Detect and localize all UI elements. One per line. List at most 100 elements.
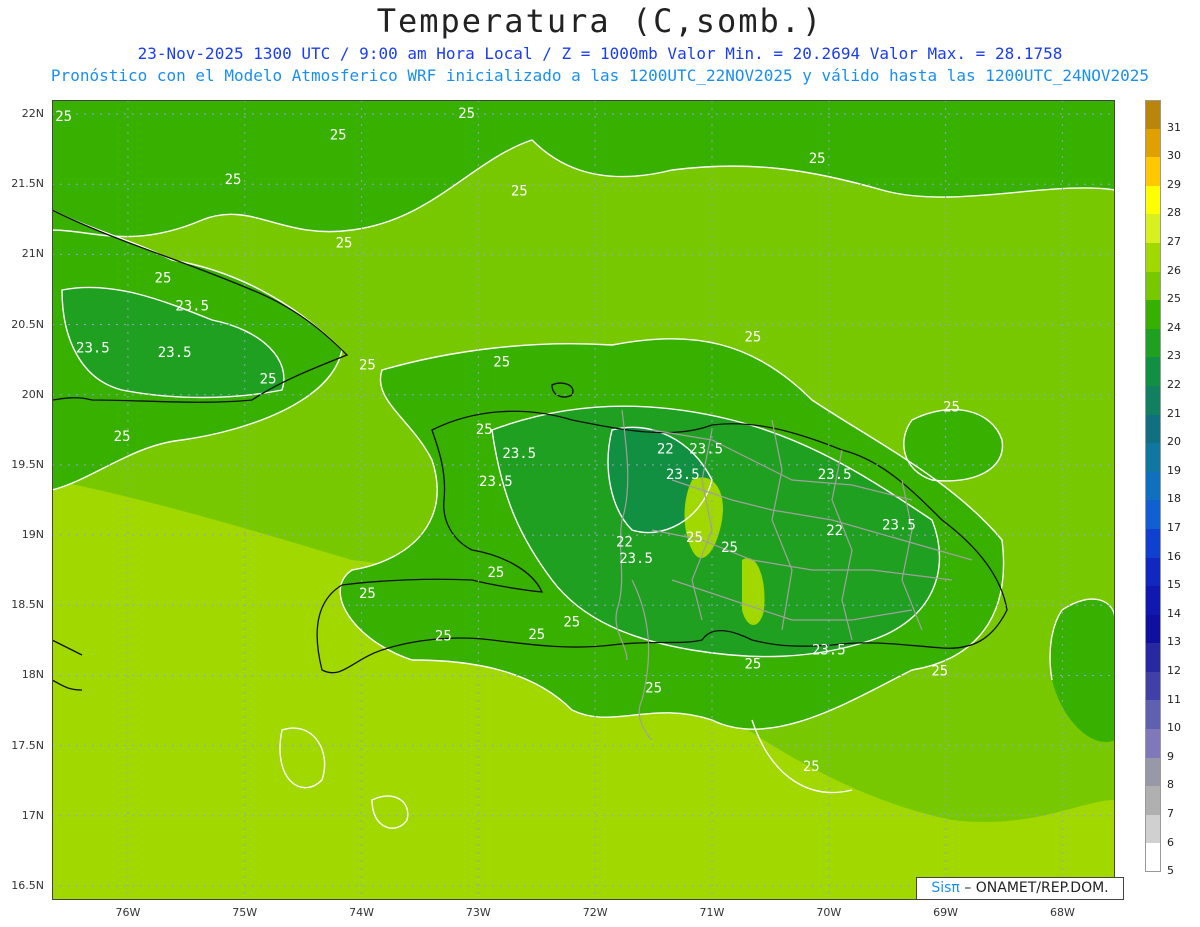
colorbar-segment xyxy=(1145,214,1161,243)
colorbar-label: 9 xyxy=(1167,749,1174,763)
colorbar-label: 30 xyxy=(1167,149,1181,163)
colorbar-label: 12 xyxy=(1167,664,1181,677)
lat-tick-label: 20.5N xyxy=(11,317,44,331)
colorbar-segment xyxy=(1145,242,1161,272)
colorbar xyxy=(1145,100,1161,873)
lat-tick-label: 16.5N xyxy=(11,878,44,892)
contour-label: 25 xyxy=(55,109,72,125)
colorbar-segment xyxy=(1145,757,1161,787)
colorbar-segment xyxy=(1145,100,1161,129)
colorbar-label: 7 xyxy=(1167,807,1174,820)
contour-label: 25 xyxy=(487,565,504,581)
contour-label: 23.5 xyxy=(812,642,846,658)
contour-label: 25 xyxy=(744,329,761,345)
colorbar-label: 18 xyxy=(1167,492,1181,506)
colorbar-label: 22 xyxy=(1167,378,1181,391)
contour-label: 25 xyxy=(260,372,277,388)
colorbar-label: 10 xyxy=(1167,721,1181,735)
contour-label: 23.5 xyxy=(76,341,110,357)
colorbar-label: 23 xyxy=(1167,349,1181,363)
contour-label: 23.5 xyxy=(479,474,513,490)
colorbar-label: 16 xyxy=(1167,549,1181,563)
lon-tick-label: 70W xyxy=(816,906,842,919)
colorbar-label: 31 xyxy=(1167,120,1181,134)
lat-tick-label: 17.5N xyxy=(11,738,44,752)
contour-label: 25 xyxy=(721,540,738,556)
colorbar-segment xyxy=(1145,586,1161,615)
lat-tick-label: 19.5N xyxy=(11,457,44,471)
contour-label: 25 xyxy=(359,357,376,373)
contour-label: 23.5 xyxy=(158,345,192,361)
colorbar-label: 8 xyxy=(1167,778,1174,792)
contour-label: 23.5 xyxy=(666,467,700,483)
contour-label: 25 xyxy=(528,627,545,643)
contour-label: 25 xyxy=(359,586,376,602)
colorbar-segment xyxy=(1145,500,1161,529)
lon-tick-label: 68W xyxy=(1049,906,1075,919)
lon-tick-label: 75W xyxy=(232,906,258,919)
colorbar-segment xyxy=(1145,271,1161,301)
contour-label: 25 xyxy=(476,422,493,438)
contour-label: 23.5 xyxy=(619,551,653,567)
map-title: Temperatura (C,somb.) xyxy=(376,2,824,40)
colorbar-segment xyxy=(1145,786,1161,815)
colorbar-label: 20 xyxy=(1167,435,1181,449)
contour-label: 25 xyxy=(493,355,510,371)
colorbar-label: 11 xyxy=(1167,692,1181,706)
map-subtitle-model-info: Pronóstico con el Modelo Atmosferico WRF… xyxy=(50,66,1150,85)
contour-label: 23.5 xyxy=(175,299,209,315)
colorbar-segment xyxy=(1145,157,1161,186)
colorbar-segment xyxy=(1145,729,1161,758)
colorbar-segment xyxy=(1145,843,1161,873)
colorbar-label: 27 xyxy=(1167,235,1181,248)
colorbar-label: 29 xyxy=(1167,177,1181,191)
lon-tick-label: 74W xyxy=(349,906,374,919)
colorbar-segment xyxy=(1145,643,1161,672)
contour-label: 25 xyxy=(931,663,948,679)
colorbar-label: 26 xyxy=(1167,263,1181,277)
contour-label: 22 xyxy=(826,523,843,539)
contour-label: 23.5 xyxy=(818,467,852,483)
lat-tick-label: 21.5N xyxy=(11,177,44,191)
contour-label: 25 xyxy=(809,151,826,167)
colorbar-segment xyxy=(1145,300,1161,329)
lat-tick-label: 18N xyxy=(21,668,44,682)
colorbar-segment xyxy=(1145,614,1161,644)
credit-text: – ONAMET/REP.DOM. xyxy=(959,880,1109,896)
colorbar-label: 21 xyxy=(1167,406,1181,420)
colorbar-label: 28 xyxy=(1167,206,1181,220)
contour-label: 23.5 xyxy=(502,446,536,462)
credit-brand: Sisπ xyxy=(931,880,960,896)
contour-label: 23.5 xyxy=(882,517,916,533)
colorbar-label: 14 xyxy=(1167,606,1181,620)
colorbar-label: 19 xyxy=(1167,463,1181,477)
contour-label: 25 xyxy=(645,680,662,696)
contour-label: 25 xyxy=(943,400,960,416)
colorbar-segment xyxy=(1145,385,1161,415)
colorbar-segment xyxy=(1145,557,1161,587)
contour-label: 25 xyxy=(435,628,452,644)
colorbar-label: 25 xyxy=(1167,292,1181,306)
contour-label: 25 xyxy=(336,235,353,251)
lon-tick-label: 71W xyxy=(699,906,725,919)
contour-label: 25 xyxy=(225,172,242,188)
colorbar-segment xyxy=(1145,128,1161,158)
contour-label: 25 xyxy=(458,106,475,122)
lon-tick-label: 73W xyxy=(465,906,491,919)
lat-tick-label: 22N xyxy=(21,107,44,121)
lat-tick-label: 17N xyxy=(21,808,44,822)
colorbar-segment xyxy=(1145,700,1161,730)
lon-tick-label: 76W xyxy=(115,906,141,919)
lat-tick-label: 20N xyxy=(21,387,44,401)
colorbar-segment xyxy=(1145,414,1161,444)
contour-label: 22 xyxy=(657,442,674,458)
lat-tick-label: 18.5N xyxy=(11,598,44,612)
temperature-map: 25 25 25 25 25 25 25 25 23.5 23.5 23.5 25 25 25 25 25 25… xyxy=(52,100,1115,900)
colorbar-label: 15 xyxy=(1167,578,1181,592)
colorbar-segment xyxy=(1145,471,1161,501)
contour-label: 25 xyxy=(330,127,347,143)
colorbar-label: 24 xyxy=(1167,320,1181,334)
map-subtitle-run-info: 23-Nov-2025 1300 UTC / 9:00 am Hora Loca… xyxy=(137,44,1063,63)
contour-label: 25 xyxy=(686,530,703,546)
contour-label: 25 xyxy=(803,759,820,775)
